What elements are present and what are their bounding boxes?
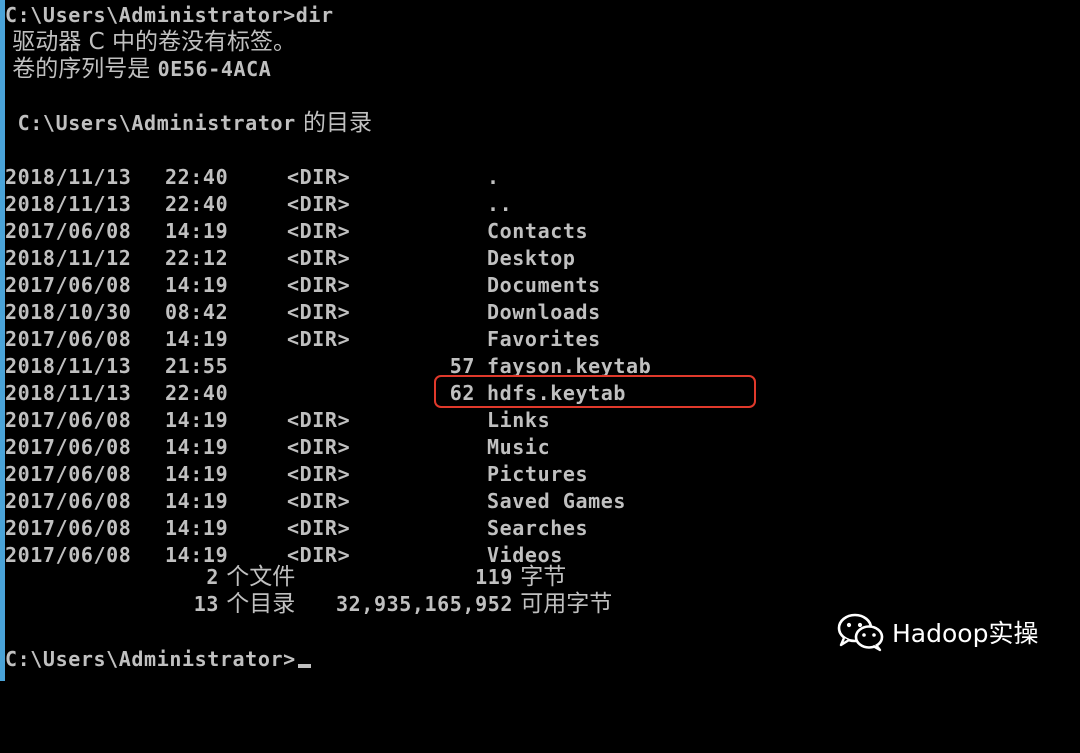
entry-time: 14:19 — [165, 516, 229, 540]
entry-name: Links — [487, 408, 551, 432]
entry-date: 2018/11/13 — [5, 354, 132, 378]
entry-size — [397, 164, 475, 191]
entry-date: 2018/10/30 — [5, 300, 132, 324]
entry-dir-tag: <DIR> — [287, 462, 351, 486]
entry-size — [397, 515, 475, 542]
highlight-box — [434, 375, 756, 408]
watermark: Hadoop实操 — [836, 612, 1038, 652]
entry-size — [397, 461, 475, 488]
entry-name: Saved Games — [487, 489, 627, 513]
entry-time: 14:19 — [165, 462, 229, 486]
volume-label-line: 驱动器 C 中的卷没有标签。 — [5, 29, 296, 56]
summary-files-label: 个文件 — [219, 564, 296, 590]
entry-name: .. — [487, 192, 513, 216]
entry-date: 2018/11/13 — [5, 381, 132, 405]
entry-dir-tag: <DIR> — [287, 300, 351, 324]
wechat-icon — [837, 613, 884, 652]
entry-dir-tag: <DIR> — [287, 246, 351, 270]
volume-serial-prefix: 卷的序列号是 — [5, 56, 158, 82]
directory-header: C:\Users\Administrator 的目录 — [5, 110, 372, 137]
entry-time: 22:12 — [165, 246, 229, 270]
entry-date: 2018/11/13 — [5, 192, 132, 216]
entry-dir-tag: <DIR> — [287, 435, 351, 459]
entry-dir-tag: <DIR> — [287, 165, 351, 189]
entry-time: 14:19 — [165, 273, 229, 297]
entry-name: Searches — [487, 516, 589, 540]
summary-files-line: 2 个文件 119 字节 — [5, 564, 566, 591]
entry-time: 08:42 — [165, 300, 229, 324]
entry-dir-tag: <DIR> — [287, 192, 351, 216]
directory-path: C:\Users\Administrator — [5, 111, 296, 135]
entry-date: 2017/06/08 — [5, 435, 132, 459]
entry-date: 2017/06/08 — [5, 462, 132, 486]
entry-date: 2017/06/08 — [5, 273, 132, 297]
entry-size — [397, 299, 475, 326]
entry-date: 2018/11/13 — [5, 165, 132, 189]
entry-time: 14:19 — [165, 327, 229, 351]
volume-serial: 0E56-4ACA — [157, 57, 272, 81]
volume-serial-line: 卷的序列号是 0E56-4ACA — [5, 56, 271, 83]
entry-dir-tag: <DIR> — [287, 489, 351, 513]
summary-files-bytes-label: 字节 — [513, 564, 567, 590]
summary-dirs-line: 13 个目录 32,935,165,952 可用字节 — [5, 591, 613, 618]
entry-size — [397, 191, 475, 218]
entry-date: 2017/06/08 — [5, 489, 132, 513]
entry-size — [397, 245, 475, 272]
entry-time: 14:19 — [165, 219, 229, 243]
entry-dir-tag: <DIR> — [287, 219, 351, 243]
entry-size — [397, 218, 475, 245]
entry-size — [397, 488, 475, 515]
volume-label-text: 驱动器 C 中的卷没有标签。 — [5, 29, 296, 55]
entry-dir-tag: <DIR> — [287, 516, 351, 540]
entry-size — [397, 434, 475, 461]
entry-name: . — [487, 165, 500, 189]
entry-time: 14:19 — [165, 435, 229, 459]
entry-size — [397, 326, 475, 353]
directory-suffix: 的目录 — [295, 110, 373, 136]
entry-dir-tag: <DIR> — [287, 408, 351, 432]
entry-name: Music — [487, 435, 551, 459]
entry-time: 14:19 — [165, 408, 229, 432]
summary-dirs-bytes-label: 可用字节 — [513, 591, 613, 617]
entry-name: Contacts — [487, 219, 589, 243]
entry-time: 22:40 — [165, 381, 229, 405]
entry-date: 2017/06/08 — [5, 327, 132, 351]
entry-name: Documents — [487, 273, 601, 297]
entry-time: 21:55 — [165, 354, 229, 378]
entry-dir-tag: <DIR> — [287, 543, 351, 567]
entry-name: Downloads — [487, 300, 601, 324]
console-window[interactable]: C:\Users\Administrator>dir 驱动器 C 中的卷没有标签… — [5, 0, 1080, 681]
entry-name: Favorites — [487, 327, 601, 351]
entry-name: Desktop — [487, 246, 576, 270]
summary-dirs-count: 13 — [193, 592, 219, 616]
entry-date: 2017/06/08 — [5, 516, 132, 540]
prompt-text: C:\Users\Administrator> — [5, 647, 296, 671]
summary-dirs-label: 个目录 — [219, 591, 296, 617]
command-line: C:\Users\Administrator>dir — [5, 3, 334, 27]
entry-name: Pictures — [487, 462, 589, 486]
text-cursor — [297, 664, 311, 668]
watermark-text: Hadoop实操 — [892, 619, 1039, 648]
entry-date: 2017/06/08 — [5, 408, 132, 432]
summary-files-bytes: 119 — [475, 565, 513, 589]
entry-date: 2017/06/08 — [5, 219, 132, 243]
summary-files-count: 2 — [206, 565, 219, 589]
entry-time: 14:19 — [165, 489, 229, 513]
entry-dir-tag: <DIR> — [287, 327, 351, 351]
entry-size — [397, 272, 475, 299]
entry-time: 22:40 — [165, 165, 229, 189]
entry-size — [397, 407, 475, 434]
entry-dir-tag: <DIR> — [287, 273, 351, 297]
prompt-line[interactable]: C:\Users\Administrator> — [5, 646, 311, 673]
entry-time: 22:40 — [165, 192, 229, 216]
entry-date: 2018/11/12 — [5, 246, 132, 270]
summary-dirs-bytes: 32,935,165,952 — [336, 592, 513, 616]
